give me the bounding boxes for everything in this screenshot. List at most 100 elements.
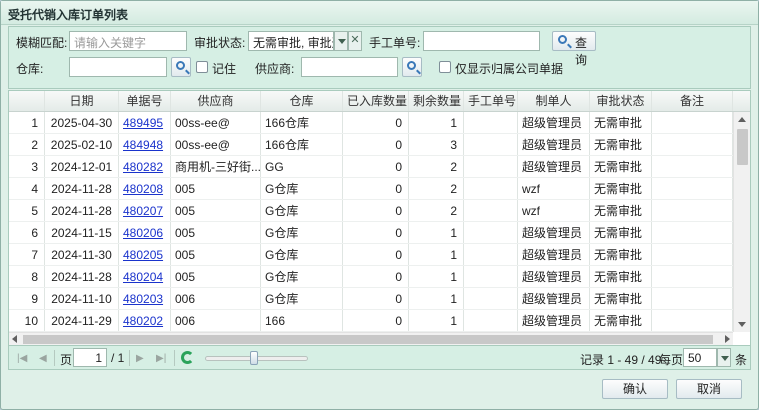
scroll-up-icon[interactable] (738, 117, 746, 122)
order-number-link[interactable]: 480208 (119, 178, 171, 199)
vertical-scrollbar[interactable] (733, 112, 750, 332)
warehouse-search-button[interactable] (171, 57, 191, 77)
approval-status-select[interactable]: 无需审批, 审批通 (248, 31, 334, 51)
cell-warehouse: G仓库 (261, 288, 343, 309)
chevron-down-icon[interactable] (717, 348, 731, 367)
search-icon (407, 61, 416, 70)
fuzzy-search-input[interactable]: 请输入关键字 (69, 31, 187, 51)
supplier-label: 供应商: (255, 62, 295, 76)
last-page-icon[interactable]: ▶| (156, 353, 166, 364)
order-number-link[interactable]: 480282 (119, 156, 171, 177)
row-number: 9 (9, 288, 45, 309)
table-row[interactable]: 5 2024-11-28 480207 005 G仓库 0 2 wzf 无需审批 (9, 200, 733, 222)
chevron-down-icon[interactable] (334, 31, 348, 51)
prev-page-icon[interactable]: ◀ (39, 353, 47, 364)
cell-supplier: 005 (171, 200, 261, 221)
order-number-link[interactable]: 480202 (119, 310, 171, 331)
table-row[interactable]: 10 2024-11-29 480202 006 166 0 1 超级管理员 无需审批 (9, 310, 733, 332)
scroll-left-icon[interactable] (12, 335, 17, 343)
cell-note (652, 244, 733, 265)
cell-manual-no (464, 244, 518, 265)
cell-warehouse: G仓库 (261, 222, 343, 243)
column-header[interactable]: 单据号 (119, 91, 171, 111)
order-number-link[interactable]: 480207 (119, 200, 171, 221)
order-grid: 日期 单据号 供应商 仓库 已入库数量 剩余数量 手工单号 制单人 审批状态 备… (8, 90, 751, 346)
table-row[interactable]: 1 2025-04-30 489495 00ss-ee@ 166仓库 0 1 超级管理员 无需审… (9, 112, 733, 134)
order-number-link[interactable]: 484948 (119, 134, 171, 155)
row-number: 7 (9, 244, 45, 265)
cell-supplier: 005 (171, 222, 261, 243)
order-number-link[interactable]: 480203 (119, 288, 171, 309)
refresh-icon[interactable] (181, 351, 194, 364)
scroll-down-icon[interactable] (738, 322, 746, 327)
table-row[interactable]: 4 2024-11-28 480208 005 G仓库 0 2 wzf 无需审批 (9, 178, 733, 200)
clear-icon[interactable]: ✕ (348, 31, 362, 51)
column-header[interactable]: 手工单号 (464, 91, 518, 111)
title-bar: 受托代销入库订单列表 (1, 1, 758, 25)
column-header[interactable]: 已入库数量 (343, 91, 409, 111)
remember-checkbox[interactable] (196, 61, 208, 73)
manual-no-label: 手工单号: (369, 36, 421, 50)
per-page-select[interactable]: 50 (683, 348, 717, 367)
search-icon (558, 35, 567, 44)
cell-remaining-qty: 1 (409, 244, 464, 265)
column-header[interactable]: 备注 (652, 91, 733, 111)
cell-remaining-qty: 1 (409, 266, 464, 287)
cell-manual-no (464, 222, 518, 243)
scroll-right-icon[interactable] (725, 335, 730, 343)
cell-note (652, 288, 733, 309)
grid-header: 日期 单据号 供应商 仓库 已入库数量 剩余数量 手工单号 制单人 审批状态 备… (9, 91, 750, 112)
cancel-button[interactable]: 取消 (676, 379, 742, 399)
column-header[interactable]: 剩余数量 (409, 91, 464, 111)
query-button[interactable]: 查询 (552, 31, 596, 67)
supplier-input[interactable] (301, 57, 398, 77)
scroll-thumb[interactable] (737, 129, 748, 165)
company-only-checkbox[interactable] (439, 61, 451, 73)
warehouse-input[interactable] (69, 57, 167, 77)
cell-warehouse: 166 (261, 310, 343, 331)
page-number-input[interactable]: 1 (73, 348, 107, 367)
cell-stocked-qty: 0 (343, 244, 409, 265)
column-header[interactable]: 审批状态 (590, 91, 652, 111)
table-row[interactable]: 6 2024-11-15 480206 005 G仓库 0 1 超级管理员 无需审批 (9, 222, 733, 244)
cell-warehouse: G仓库 (261, 266, 343, 287)
cell-stocked-qty: 0 (343, 200, 409, 221)
table-row[interactable]: 9 2024-11-10 480203 006 G仓库 0 1 超级管理员 无需审批 (9, 288, 733, 310)
divider (54, 350, 55, 366)
order-number-link[interactable]: 489495 (119, 112, 171, 133)
order-number-link[interactable]: 480204 (119, 266, 171, 287)
row-number: 2 (9, 134, 45, 155)
column-header[interactable]: 供应商 (171, 91, 261, 111)
table-row[interactable]: 2 2025-02-10 484948 00ss-ee@ 166仓库 0 3 超级管理员 无需审… (9, 134, 733, 156)
column-header[interactable]: 仓库 (261, 91, 343, 111)
table-row[interactable]: 3 2024-12-01 480282 商用机-三好街... GG 0 2 超级管理员 无需审批 (9, 156, 733, 178)
cell-remaining-qty: 1 (409, 112, 464, 133)
cell-manual-no (464, 134, 518, 155)
order-number-link[interactable]: 480206 (119, 222, 171, 243)
column-header[interactable]: 制单人 (518, 91, 590, 111)
supplier-search-button[interactable] (402, 57, 422, 77)
cell-date: 2024-11-28 (45, 266, 119, 287)
cell-approval-status: 无需审批 (590, 266, 652, 287)
first-page-icon[interactable]: |◀ (17, 353, 27, 364)
confirm-button[interactable]: 确认 (602, 379, 668, 399)
slider-handle[interactable] (250, 351, 258, 365)
cell-warehouse: 166仓库 (261, 112, 343, 133)
cell-manual-no (464, 178, 518, 199)
company-only-label: 仅显示归属公司单据 (455, 62, 564, 76)
manual-no-input[interactable] (423, 31, 540, 51)
table-row[interactable]: 8 2024-11-28 480204 005 G仓库 0 1 超级管理员 无需审批 (9, 266, 733, 288)
cell-supplier: 005 (171, 178, 261, 199)
column-header[interactable]: 日期 (45, 91, 119, 111)
scroll-thumb[interactable] (23, 335, 713, 344)
filter-panel: 模糊匹配: 请输入关键字 审批状态: 无需审批, 审批通 ✕ 手工单号: 查询 … (8, 26, 751, 89)
cell-stocked-qty: 0 (343, 112, 409, 133)
next-page-icon[interactable]: ▶ (136, 353, 144, 364)
table-row[interactable]: 7 2024-11-30 480205 005 G仓库 0 1 超级管理员 无需审批 (9, 244, 733, 266)
order-number-link[interactable]: 480205 (119, 244, 171, 265)
cell-warehouse: GG (261, 156, 343, 177)
horizontal-scrollbar[interactable] (9, 332, 733, 345)
cell-stocked-qty: 0 (343, 178, 409, 199)
cell-note (652, 134, 733, 155)
cell-approval-status: 无需审批 (590, 310, 652, 331)
